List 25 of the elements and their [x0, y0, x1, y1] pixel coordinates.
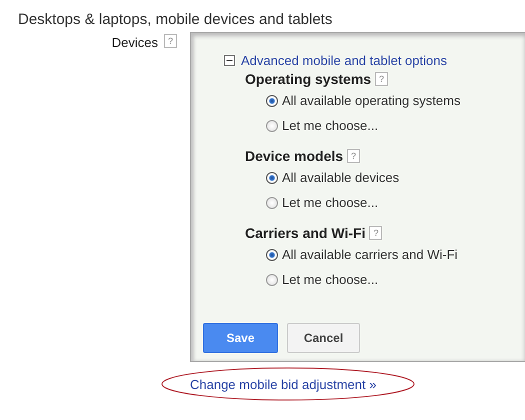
option-label: Let me choose...	[282, 195, 378, 210]
save-button[interactable]: Save	[203, 323, 278, 353]
help-icon[interactable]: ?	[164, 34, 177, 48]
option-label: All available operating systems	[282, 93, 460, 108]
option-label: All available devices	[282, 170, 400, 185]
option-label: All available carriers and Wi-Fi	[282, 247, 458, 262]
advanced-options-link[interactable]: Advanced mobile and tablet options	[241, 53, 447, 68]
radio-button[interactable]	[266, 196, 278, 208]
section-title: Operating systems	[245, 71, 372, 87]
section-title: Device models	[245, 148, 344, 164]
help-icon[interactable]: ?	[347, 149, 360, 163]
radio-button[interactable]	[266, 248, 278, 260]
radio-button[interactable]	[266, 172, 278, 184]
option-label: Let me choose...	[282, 118, 378, 133]
radio-button[interactable]	[266, 94, 278, 106]
devices-label: Devices	[112, 35, 158, 50]
option-label: Let me choose...	[282, 272, 378, 287]
collapse-icon[interactable]	[224, 55, 235, 66]
help-icon[interactable]: ?	[375, 72, 388, 86]
cancel-button[interactable]: Cancel	[287, 323, 360, 353]
radio-button[interactable]	[266, 274, 278, 286]
radio-button[interactable]	[266, 120, 278, 132]
section-title: Carriers and Wi-Fi	[245, 225, 366, 241]
help-icon[interactable]: ?	[369, 226, 382, 240]
section-heading: Desktops & laptops, mobile devices and tablets	[17, 10, 334, 30]
